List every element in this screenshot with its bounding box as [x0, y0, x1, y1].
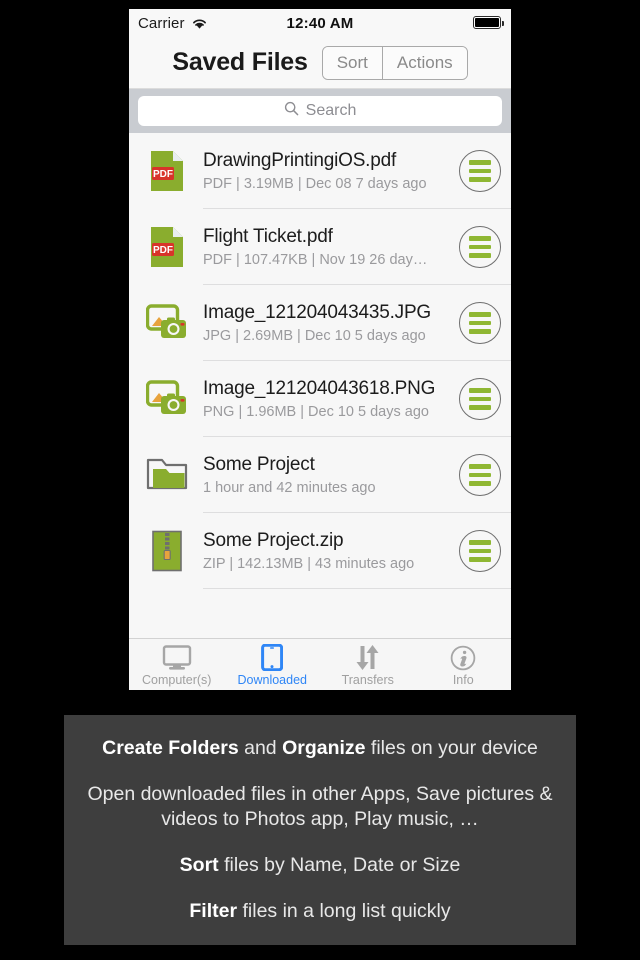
screenshot-root: Carrier 12:40 AM Saved Files Sort Action… — [0, 0, 640, 960]
row-menu-button[interactable] — [459, 378, 501, 420]
caption-line1-mid: and — [238, 737, 283, 759]
caption-line1-rest: files on your device — [365, 737, 538, 759]
caption-bold-sort: Sort — [179, 854, 219, 876]
search-bar: Search — [129, 89, 511, 133]
svg-text:PDF: PDF — [153, 245, 173, 256]
tab-computers[interactable]: Computer(s) — [129, 639, 225, 690]
tab-label: Transfers — [341, 673, 394, 687]
table-row[interactable]: Some Project 1 hour and 42 minutes ago — [129, 437, 511, 513]
file-meta: ZIP | 142.13MB | 43 minutes ago — [203, 556, 415, 572]
desktop-icon — [162, 644, 192, 671]
battery-full-icon — [473, 16, 504, 29]
file-list[interactable]: PDF DrawingPrintingiOS.pdf PDF | 3.19MB … — [129, 133, 511, 634]
file-text-block: Image_121204043618.PNG PNG | 1.96MB | De… — [191, 377, 459, 421]
zip-file-icon — [143, 530, 191, 572]
svg-text:PDF: PDF — [153, 169, 173, 180]
status-bar: Carrier 12:40 AM — [129, 9, 511, 37]
row-menu-button[interactable] — [459, 226, 501, 268]
table-row[interactable]: Some Project.zip ZIP | 142.13MB | 43 min… — [129, 513, 511, 589]
file-text-block: Some Project 1 hour and 42 minutes ago — [191, 453, 459, 497]
file-name: Some Project — [203, 454, 315, 475]
segmented-control[interactable]: Sort Actions — [321, 45, 468, 80]
row-menu-button[interactable] — [459, 150, 501, 192]
caption-line-2: Open downloaded files in other Apps, Sav… — [87, 783, 553, 830]
page-title: Saved Files — [172, 48, 308, 76]
actions-segment[interactable]: Actions — [381, 46, 467, 79]
table-row[interactable]: PDF DrawingPrintingiOS.pdf PDF | 3.19MB … — [129, 133, 511, 209]
folder-icon — [143, 457, 191, 493]
sort-segment[interactable]: Sort — [322, 46, 382, 79]
row-menu-button[interactable] — [459, 454, 501, 496]
tab-downloaded[interactable]: Downloaded — [225, 639, 321, 690]
caption-line-3: Sort files by Name, Date or Size — [180, 853, 461, 878]
navigation-bar: Saved Files Sort Actions — [129, 37, 511, 89]
table-row[interactable]: PDF Flight Ticket.pdf PDF | 107.47KB | N… — [129, 209, 511, 285]
file-meta: JPG | 2.69MB | Dec 10 5 days ago — [203, 328, 426, 344]
file-name: Some Project.zip — [203, 530, 344, 551]
row-menu-button[interactable] — [459, 530, 501, 572]
tab-transfers[interactable]: Transfers — [320, 639, 416, 690]
tablet-icon — [261, 644, 284, 671]
image-file-icon — [143, 380, 191, 418]
image-file-icon — [143, 304, 191, 342]
file-name: Flight Ticket.pdf — [203, 226, 333, 247]
pdf-file-icon: PDF — [143, 150, 191, 192]
search-input[interactable]: Search — [138, 96, 502, 126]
caption-line4-rest: files in a long list quickly — [237, 900, 451, 922]
file-text-block: Some Project.zip ZIP | 142.13MB | 43 min… — [191, 529, 459, 573]
phone-screen: Carrier 12:40 AM Saved Files Sort Action… — [129, 9, 511, 690]
tab-label: Computer(s) — [142, 673, 212, 687]
tab-label: Downloaded — [237, 673, 308, 687]
file-meta: PNG | 1.96MB | Dec 10 5 days ago — [203, 404, 429, 420]
pdf-file-icon: PDF — [143, 226, 191, 268]
file-text-block: Image_121204043435.JPG JPG | 2.69MB | De… — [191, 301, 459, 345]
search-icon — [284, 101, 299, 121]
caption-panel: Create Folders and Organize files on you… — [64, 715, 576, 945]
caption-line3-rest: files by Name, Date or Size — [218, 854, 461, 876]
file-text-block: Flight Ticket.pdf PDF | 107.47KB | Nov 1… — [191, 225, 459, 269]
tab-bar: Computer(s) Downloaded Transfers Info — [129, 638, 511, 690]
caption-bold-create-folders: Create Folders — [102, 737, 239, 759]
list-empty-space — [129, 589, 511, 634]
file-meta: PDF | 107.47KB | Nov 19 26 day… — [203, 252, 428, 268]
clock-label: 12:40 AM — [286, 14, 354, 32]
caption-line-1: Create Folders and Organize files on you… — [102, 736, 538, 761]
table-row[interactable]: Image_121204043618.PNG PNG | 1.96MB | De… — [129, 361, 511, 437]
search-placeholder: Search — [305, 102, 357, 119]
up-down-arrows-icon — [355, 644, 381, 671]
caption-bold-organize: Organize — [282, 737, 366, 759]
navigation-bar-content: Saved Files Sort Actions — [172, 45, 468, 80]
caption-bold-filter: Filter — [189, 900, 238, 922]
file-name: Image_121204043435.JPG — [203, 302, 432, 323]
tab-label: Info — [452, 673, 474, 687]
row-menu-button[interactable] — [459, 302, 501, 344]
table-row[interactable]: Image_121204043435.JPG JPG | 2.69MB | De… — [129, 285, 511, 361]
file-meta: 1 hour and 42 minutes ago — [203, 480, 376, 496]
file-name: DrawingPrintingiOS.pdf — [203, 150, 397, 171]
file-text-block: DrawingPrintingiOS.pdf PDF | 3.19MB | De… — [191, 149, 459, 193]
file-meta: PDF | 3.19MB | Dec 08 7 days ago — [203, 176, 427, 192]
tab-info[interactable]: Info — [416, 639, 512, 690]
info-circle-icon — [450, 644, 476, 671]
caption-line-4: Filter files in a long list quickly — [189, 899, 450, 924]
file-name: Image_121204043618.PNG — [203, 378, 436, 399]
